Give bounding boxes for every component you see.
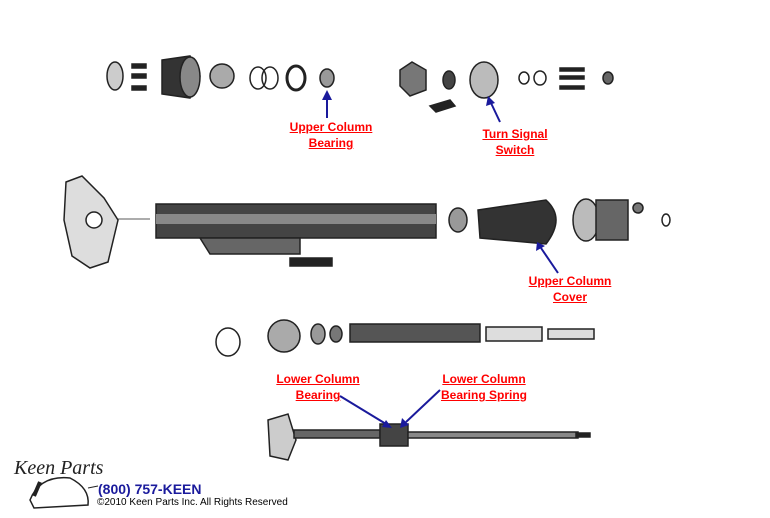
- upper-parts-row-right: [399, 61, 614, 113]
- label-line: Upper Column: [289, 120, 373, 134]
- label-line: Turn Signal: [482, 127, 548, 141]
- steering-column-exploded-diagram: Keen Parts: [13, 55, 671, 509]
- label-line: Switch: [495, 143, 535, 157]
- phone-number: (800) 757-KEEN: [98, 481, 202, 497]
- label-line: Bearing: [308, 136, 354, 150]
- label-lower-column-bearing-spring[interactable]: Lower Column Bearing Spring: [429, 371, 539, 403]
- svg-text:Keen Parts: Keen Parts: [13, 457, 104, 479]
- label-line: Bearing Spring: [440, 388, 527, 402]
- column-jacket-row: [63, 175, 671, 269]
- label-line: Bearing: [295, 388, 341, 402]
- upper-parts-row-left: [106, 55, 335, 99]
- shaft-row: [215, 319, 595, 357]
- label-line: Lower Column: [276, 372, 360, 386]
- label-lower-column-bearing[interactable]: Lower Column Bearing: [268, 371, 368, 403]
- lower-shaft-row: [267, 413, 591, 461]
- label-line: Upper Column: [528, 274, 612, 288]
- label-upper-column-cover[interactable]: Upper Column Cover: [520, 273, 620, 305]
- keen-parts-logo: Keen Parts: [13, 457, 104, 509]
- label-line: Cover: [552, 290, 587, 304]
- label-upper-column-bearing[interactable]: Upper Column Bearing: [281, 119, 381, 151]
- label-turn-signal-switch[interactable]: Turn Signal Switch: [465, 126, 565, 158]
- label-line: Lower Column: [442, 372, 526, 386]
- copyright: ©2010 Keen Parts Inc. All Rights Reserve…: [97, 497, 288, 508]
